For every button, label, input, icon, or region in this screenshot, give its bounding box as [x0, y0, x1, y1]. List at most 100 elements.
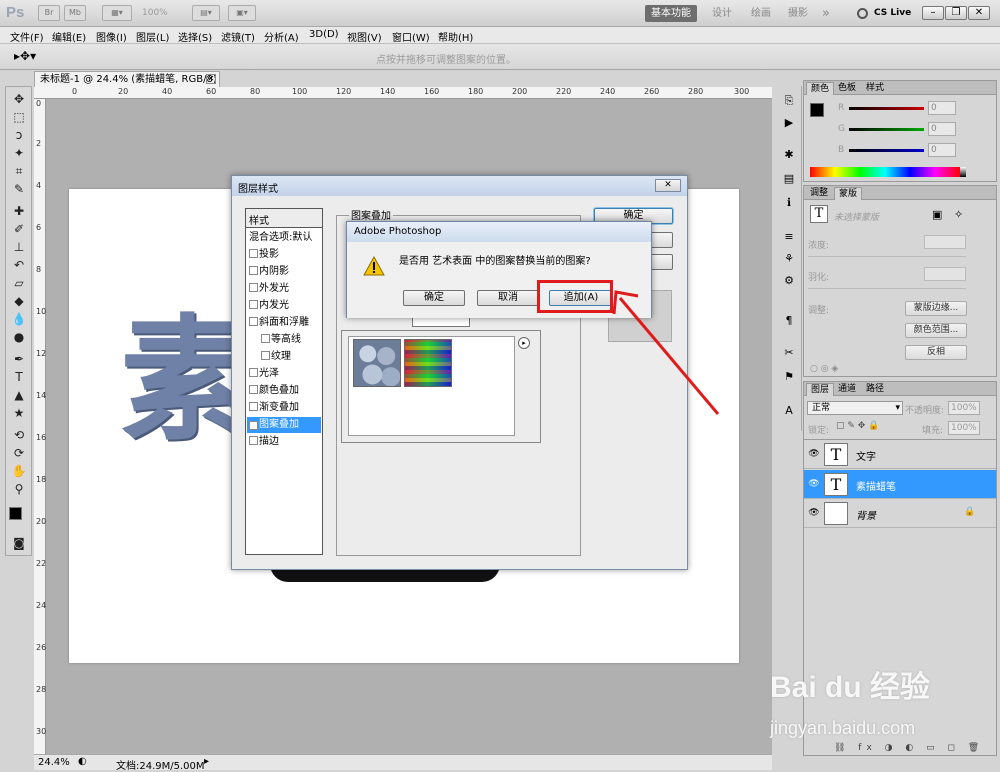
- style-item[interactable]: 光泽: [247, 366, 321, 382]
- menu-edit[interactable]: 编辑(E): [52, 29, 86, 44]
- more-workspaces-button[interactable]: »: [816, 5, 836, 22]
- brush-presets-icon[interactable]: ≡: [781, 230, 797, 244]
- menu-filter[interactable]: 滤镜(T): [221, 29, 255, 44]
- menu-file[interactable]: 文件(F): [10, 29, 44, 44]
- feather-slider[interactable]: [808, 288, 966, 289]
- bridge-button[interactable]: Br: [38, 5, 60, 21]
- clone-source-icon[interactable]: ⚘: [781, 252, 797, 266]
- mini-bridge-button[interactable]: Mb: [64, 5, 86, 21]
- channel-r-value[interactable]: 0: [928, 101, 956, 115]
- style-item[interactable]: 描边: [247, 434, 321, 450]
- style-item[interactable]: ✔ 图案叠加: [247, 417, 321, 433]
- close-tab-icon[interactable]: ✕: [206, 74, 216, 84]
- move-tool-icon[interactable]: ✥: [10, 91, 28, 107]
- restore-button[interactable]: ❐: [945, 6, 967, 20]
- histogram-panel-icon[interactable]: ▤: [781, 172, 797, 186]
- tab-color[interactable]: 颜色: [806, 82, 835, 95]
- style-item[interactable]: 内阴影: [247, 264, 321, 280]
- styles-header[interactable]: 样式: [246, 209, 322, 228]
- style-item[interactable]: 内发光: [247, 298, 321, 314]
- eraser-tool-icon[interactable]: ▱: [10, 275, 28, 291]
- menu-analysis[interactable]: 分析(A): [264, 29, 299, 44]
- pattern-menu-icon[interactable]: ▸: [518, 337, 530, 349]
- eye-icon[interactable]: 👁: [808, 479, 820, 489]
- menu-select[interactable]: 选择(S): [178, 29, 212, 44]
- lock-icons[interactable]: ▢ ✎ ✥ 🔒: [836, 421, 879, 431]
- screen-mode-button[interactable]: ▣▾: [228, 5, 256, 21]
- status-info-icon[interactable]: ◐: [78, 756, 87, 767]
- zoom-tool-icon[interactable]: ⚲: [10, 481, 28, 497]
- tab-paths[interactable]: 路径: [862, 383, 888, 396]
- pattern-bubbles-thumbnail[interactable]: [353, 339, 401, 387]
- mask-edge-button[interactable]: 蒙版边缘...: [905, 301, 967, 316]
- menu-window[interactable]: 窗口(W): [392, 29, 430, 44]
- style-item[interactable]: 外发光: [247, 281, 321, 297]
- document-tab[interactable]: 未标题-1 @ 24.4% (素描蜡笔, RGB/8) * ✕: [34, 71, 220, 100]
- paragraph-panel-icon[interactable]: ¶: [781, 314, 797, 328]
- type-tool-icon[interactable]: T: [10, 369, 28, 385]
- fill-value[interactable]: 100%: [948, 421, 980, 435]
- cs-live-button[interactable]: CS Live: [874, 8, 911, 18]
- channel-r-slider[interactable]: [849, 107, 924, 110]
- navigator-panel-icon[interactable]: ✱: [781, 148, 797, 162]
- color-range-button[interactable]: 颜色范围...: [905, 323, 967, 338]
- checkbox-icon[interactable]: [261, 351, 270, 360]
- tab-layers[interactable]: 图层: [806, 383, 835, 396]
- checkbox-icon[interactable]: [249, 368, 258, 377]
- marquee-tool-icon[interactable]: ⬚: [10, 109, 28, 125]
- shape-tool-icon[interactable]: ★: [10, 405, 28, 421]
- 3d-rotate-tool-icon[interactable]: ⟲: [10, 427, 28, 443]
- checkbox-icon[interactable]: [261, 334, 270, 343]
- eyedropper-tool-icon[interactable]: ✎: [10, 181, 28, 197]
- blur-tool-icon[interactable]: 💧: [10, 311, 28, 327]
- channel-b-value[interactable]: 0: [928, 143, 956, 157]
- tab-channels[interactable]: 通道: [834, 383, 860, 396]
- tools-panel-icon[interactable]: ✂: [781, 346, 797, 360]
- character-panel-icon[interactable]: A: [781, 404, 797, 418]
- history-brush-tool-icon[interactable]: ↶: [10, 257, 28, 273]
- tab-masks[interactable]: 蒙版: [834, 187, 863, 200]
- menu-view[interactable]: 视图(V): [347, 29, 382, 44]
- status-zoom[interactable]: 24.4%: [38, 757, 70, 768]
- minimize-button[interactable]: –: [922, 6, 944, 20]
- tab-adjustments[interactable]: 调整: [806, 187, 832, 200]
- move-tool-preset-icon[interactable]: ▸✥▾: [14, 49, 36, 63]
- view-extras-button[interactable]: ▦▾: [102, 5, 132, 21]
- checkbox-icon[interactable]: [249, 266, 258, 275]
- tab-styles[interactable]: 样式: [862, 82, 888, 95]
- invert-button[interactable]: 反相: [905, 345, 967, 360]
- healing-brush-tool-icon[interactable]: ✚: [10, 203, 28, 219]
- dodge-tool-icon[interactable]: ●: [10, 329, 28, 345]
- workspace-essentials[interactable]: 基本功能: [645, 5, 697, 22]
- clone-stamp-tool-icon[interactable]: ⊥: [10, 239, 28, 255]
- lasso-tool-icon[interactable]: ↄ: [10, 127, 28, 143]
- feather-field[interactable]: [924, 267, 966, 281]
- checkbox-icon[interactable]: [249, 283, 258, 292]
- checkbox-icon[interactable]: [249, 300, 258, 309]
- layer-row-background[interactable]: 👁 背景 🔒: [804, 499, 996, 528]
- menu-help[interactable]: 帮助(H): [438, 29, 473, 44]
- actions-panel-icon[interactable]: ▶: [781, 116, 797, 130]
- menu-image[interactable]: 图像(I): [96, 29, 127, 44]
- paint-bucket-tool-icon[interactable]: ◆: [10, 293, 28, 309]
- path-selection-tool-icon[interactable]: ▲: [10, 387, 28, 403]
- quick-select-tool-icon[interactable]: ✦: [10, 145, 28, 161]
- hand-tool-icon[interactable]: ✋: [10, 463, 28, 479]
- style-item[interactable]: 颜色叠加: [247, 383, 321, 399]
- crop-tool-icon[interactable]: ⌗: [10, 163, 28, 179]
- style-item[interactable]: 纹理: [259, 349, 321, 365]
- eye-icon[interactable]: 👁: [808, 449, 820, 459]
- channel-b-slider[interactable]: [849, 149, 924, 152]
- stamp-panel-icon[interactable]: ⚑: [781, 370, 797, 384]
- channel-g-slider[interactable]: [849, 128, 924, 131]
- checkbox-icon[interactable]: [249, 385, 258, 394]
- vector-mask-icon[interactable]: ✧: [954, 208, 963, 221]
- pixel-mask-icon[interactable]: ▣: [932, 208, 942, 221]
- density-field[interactable]: [924, 235, 966, 249]
- workspace-painting[interactable]: 绘画: [745, 5, 777, 22]
- eye-icon[interactable]: 👁: [808, 508, 820, 518]
- style-item[interactable]: 渐变叠加: [247, 400, 321, 416]
- tab-swatches[interactable]: 色板: [834, 82, 860, 95]
- style-item[interactable]: 投影: [247, 247, 321, 263]
- blend-mode-select[interactable]: 正常 ▾: [807, 401, 903, 415]
